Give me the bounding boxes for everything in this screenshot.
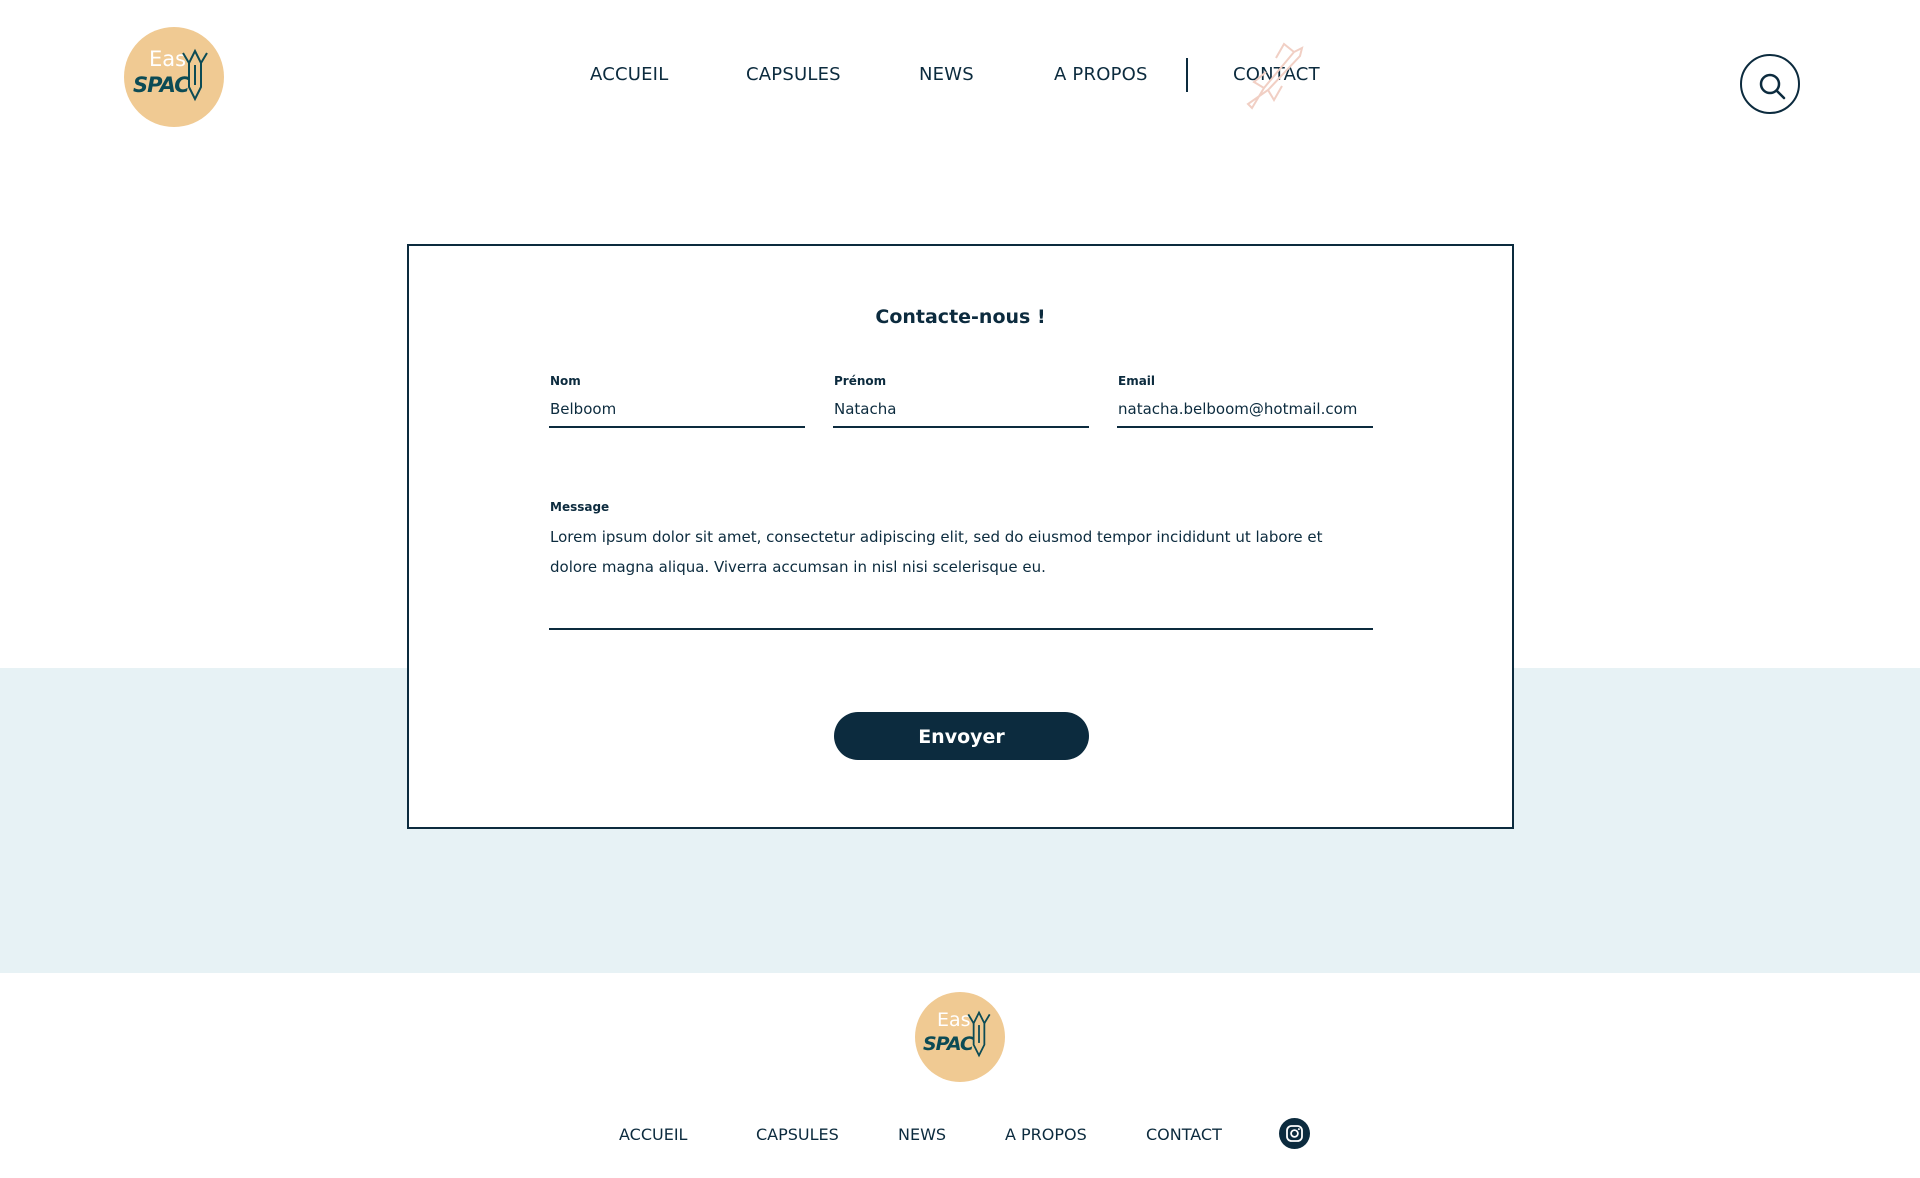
nav-item-news[interactable]: NEWS bbox=[919, 64, 974, 85]
footer-rocket-icon bbox=[967, 1010, 991, 1058]
nav-item-a-propos[interactable]: A PROPOS bbox=[1054, 64, 1148, 85]
rocket-decoration-icon bbox=[1246, 42, 1304, 110]
search-icon bbox=[1759, 73, 1786, 100]
message-textarea[interactable]: Lorem ipsum dolor sit amet, consectetur … bbox=[549, 520, 1373, 630]
site-header: Eas SPAC ACCUEIL CAPSULES NEWS A PROPOS … bbox=[0, 0, 1920, 160]
instagram-button[interactable] bbox=[1279, 1118, 1310, 1149]
instagram-icon bbox=[1286, 1125, 1303, 1142]
submit-button[interactable]: Envoyer bbox=[834, 712, 1089, 760]
email-label: Email bbox=[1118, 374, 1156, 388]
logo-text-bottom: SPAC bbox=[133, 73, 190, 97]
footer-logo[interactable]: Eas SPAC bbox=[915, 992, 1005, 1082]
logo-text-top: Eas bbox=[149, 47, 187, 71]
footer-logo-text-bottom: SPAC bbox=[923, 1033, 974, 1055]
footer-nav-item-accueil[interactable]: ACCUEIL bbox=[619, 1125, 687, 1144]
nav-item-accueil[interactable]: ACCUEIL bbox=[590, 64, 668, 85]
rocket-icon bbox=[182, 48, 208, 102]
email-input[interactable] bbox=[1117, 398, 1373, 428]
site-logo[interactable]: Eas SPAC bbox=[124, 27, 224, 127]
footer-logo-text-top: Eas bbox=[937, 1009, 971, 1031]
prenom-label: Prénom bbox=[834, 374, 887, 388]
message-label: Message bbox=[550, 500, 610, 514]
nav-divider bbox=[1186, 58, 1188, 92]
nom-label: Nom bbox=[550, 374, 581, 388]
nom-input[interactable] bbox=[549, 398, 805, 428]
search-button[interactable] bbox=[1740, 54, 1800, 114]
form-title: Contacte-nous ! bbox=[875, 306, 1046, 328]
footer-nav-item-contact[interactable]: CONTACT bbox=[1146, 1125, 1222, 1144]
footer-nav-item-news[interactable]: NEWS bbox=[898, 1125, 946, 1144]
footer-nav-item-capsules[interactable]: CAPSULES bbox=[756, 1125, 839, 1144]
nav-item-capsules[interactable]: CAPSULES bbox=[746, 64, 841, 85]
contact-form-card: Contacte-nous ! Nom Prénom Email Message… bbox=[407, 244, 1514, 829]
footer-nav-item-a-propos[interactable]: A PROPOS bbox=[1005, 1125, 1087, 1144]
prenom-input[interactable] bbox=[833, 398, 1089, 428]
